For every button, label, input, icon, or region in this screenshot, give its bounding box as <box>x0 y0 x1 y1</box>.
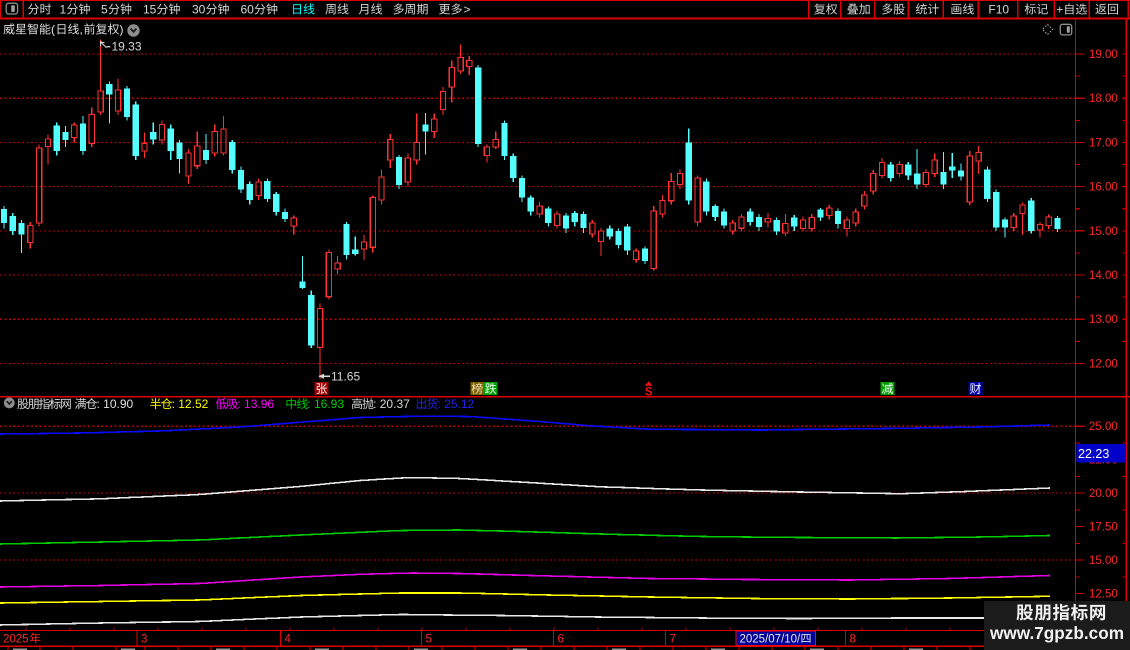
svg-text:15.00: 15.00 <box>1089 226 1118 238</box>
svg-text:12.50: 12.50 <box>1089 589 1118 601</box>
svg-text:8: 8 <box>850 634 856 646</box>
svg-text:: 25.12: : 25.12 <box>438 397 475 411</box>
svg-text:11.65: 11.65 <box>331 370 360 384</box>
svg-text:2025/07/10/: 2025/07/10/ <box>740 633 802 645</box>
svg-text:: 13.96: : 13.96 <box>237 397 274 411</box>
svg-text:4: 4 <box>285 634 292 646</box>
svg-text:: 16.93: : 16.93 <box>307 397 344 411</box>
svg-text:19.00: 19.00 <box>1089 49 1118 61</box>
svg-text:6: 6 <box>558 634 564 646</box>
svg-text:): ) <box>120 23 124 37</box>
svg-text:30: 30 <box>192 3 206 17</box>
svg-text:13.00: 13.00 <box>1089 314 1118 326</box>
svg-text:18.00: 18.00 <box>1089 93 1118 105</box>
svg-text:15.00: 15.00 <box>1089 555 1118 567</box>
svg-text:2025: 2025 <box>3 634 29 646</box>
svg-text:+: + <box>1056 3 1063 17</box>
svg-text:25.00: 25.00 <box>1089 421 1118 433</box>
svg-text:www.7gpzb.com: www.7gpzb.com <box>989 623 1124 643</box>
svg-text:5: 5 <box>101 3 108 17</box>
svg-text:22.23: 22.23 <box>1078 447 1109 461</box>
svg-text:: 20.37: : 20.37 <box>373 397 410 411</box>
svg-text:3: 3 <box>141 634 147 646</box>
svg-text:7: 7 <box>670 634 676 646</box>
svg-text:16.00: 16.00 <box>1089 182 1118 194</box>
svg-text:17.00: 17.00 <box>1089 137 1118 149</box>
svg-text:5: 5 <box>426 634 432 646</box>
svg-text:: 10.90: : 10.90 <box>97 397 134 411</box>
svg-text:,: , <box>80 23 83 37</box>
svg-text:15: 15 <box>143 3 157 17</box>
svg-text:>: > <box>464 3 471 17</box>
svg-text:17.50: 17.50 <box>1089 522 1118 534</box>
svg-text:1: 1 <box>60 3 67 17</box>
svg-text:12.00: 12.00 <box>1089 358 1118 370</box>
svg-text:19.33: 19.33 <box>112 40 142 54</box>
svg-text:: 12.52: : 12.52 <box>172 397 209 411</box>
svg-text:20.00: 20.00 <box>1089 488 1118 500</box>
svg-text:14.00: 14.00 <box>1089 270 1118 282</box>
svg-text:(: ( <box>51 23 55 37</box>
svg-text:60: 60 <box>241 3 255 17</box>
svg-text:F10: F10 <box>988 3 1009 17</box>
